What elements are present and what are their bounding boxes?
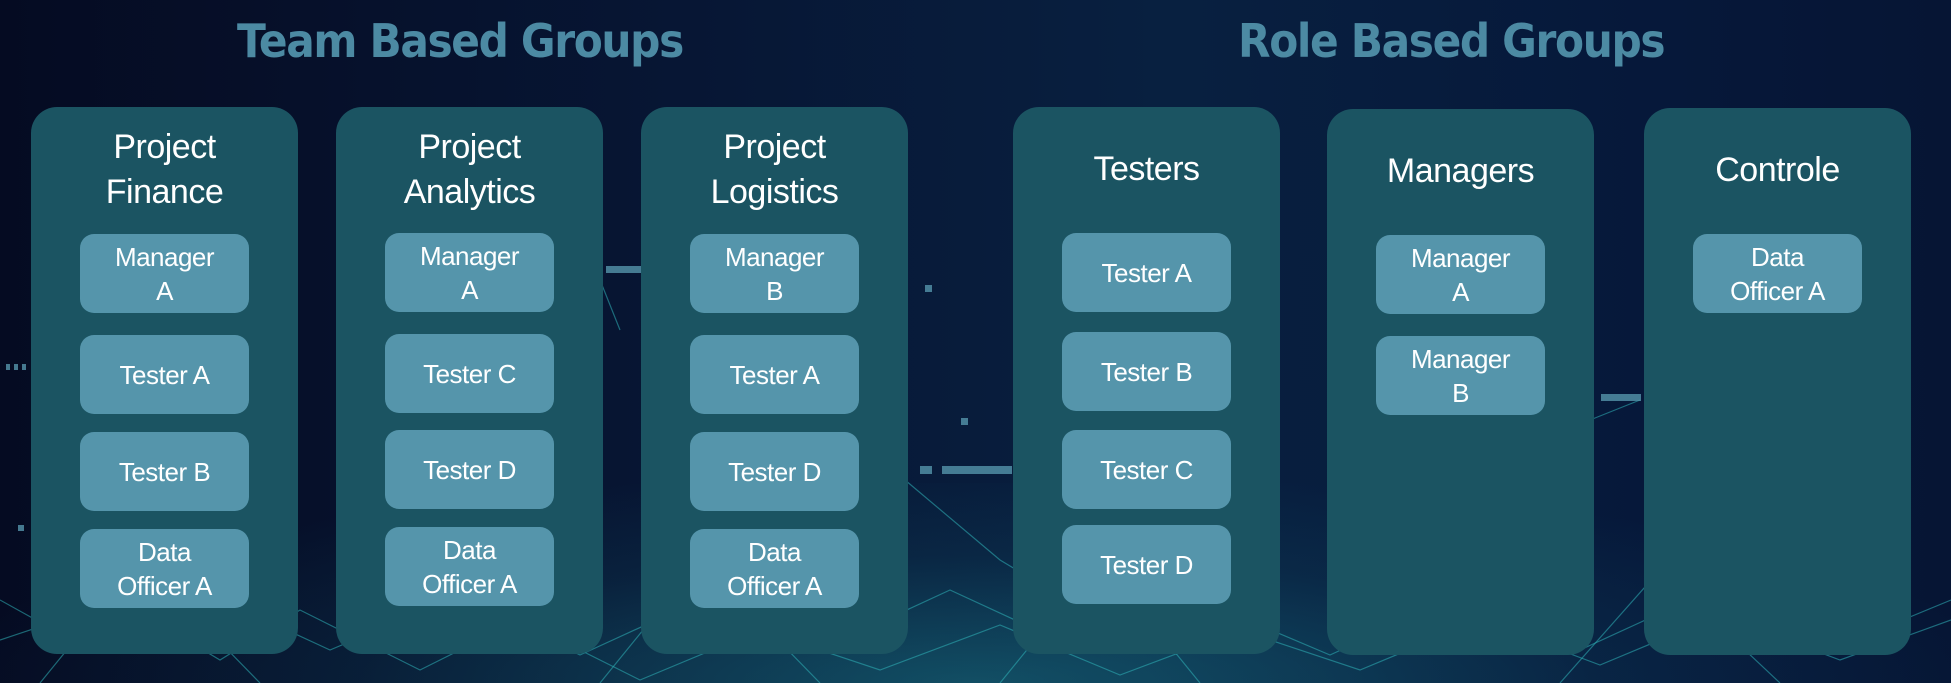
member-card[interactable]: Tester C <box>385 334 554 413</box>
group-panel-project-analytics: Project Analytics Manager A Tester C Teste… <box>336 107 603 654</box>
group-panel-testers: Testers Tester A Tester B Tester C Teste… <box>1013 107 1280 654</box>
member-card[interactable]: Manager A <box>80 234 249 313</box>
group-title: Project Logistics <box>710 128 839 211</box>
member-card[interactable]: Data Officer A <box>80 529 249 608</box>
group-title: Controle <box>1715 151 1840 189</box>
role-based-groups-title: Role Based Groups <box>1238 14 1666 68</box>
member-card[interactable]: Tester A <box>1062 233 1231 312</box>
member-card[interactable]: Data Officer A <box>385 527 554 606</box>
member-card[interactable]: Tester B <box>80 432 249 511</box>
member-card[interactable]: Tester A <box>80 335 249 414</box>
member-card[interactable]: Data Officer A <box>1693 234 1862 313</box>
member-card[interactable]: Tester D <box>1062 525 1231 604</box>
group-title: Project Finance <box>105 128 224 211</box>
group-title: Project Analytics <box>403 128 536 211</box>
group-panel-controle: Controle Data Officer A <box>1644 108 1911 655</box>
team-based-groups-title: Team Based Groups <box>237 14 684 68</box>
member-card[interactable]: Data Officer A <box>690 529 859 608</box>
member-card[interactable]: Manager B <box>1376 336 1545 415</box>
group-title: Managers <box>1386 152 1535 190</box>
group-title: Testers <box>1093 150 1200 188</box>
group-panel-project-finance: Project Finance Manager A Tester A Tester … <box>31 107 298 654</box>
member-card[interactable]: Tester B <box>1062 332 1231 411</box>
member-card[interactable]: Manager B <box>690 234 859 313</box>
member-card[interactable]: Tester A <box>690 335 859 414</box>
member-card[interactable]: Tester D <box>385 430 554 509</box>
member-card[interactable]: Tester C <box>1062 430 1231 509</box>
member-card[interactable]: Manager A <box>1376 235 1545 314</box>
group-panel-project-logistics: Project Logistics Manager B Tester A Teste… <box>641 107 908 654</box>
group-panel-managers: Managers Manager A Manager B <box>1327 109 1594 655</box>
member-card[interactable]: Tester D <box>690 432 859 511</box>
member-card[interactable]: Manager A <box>385 233 554 312</box>
